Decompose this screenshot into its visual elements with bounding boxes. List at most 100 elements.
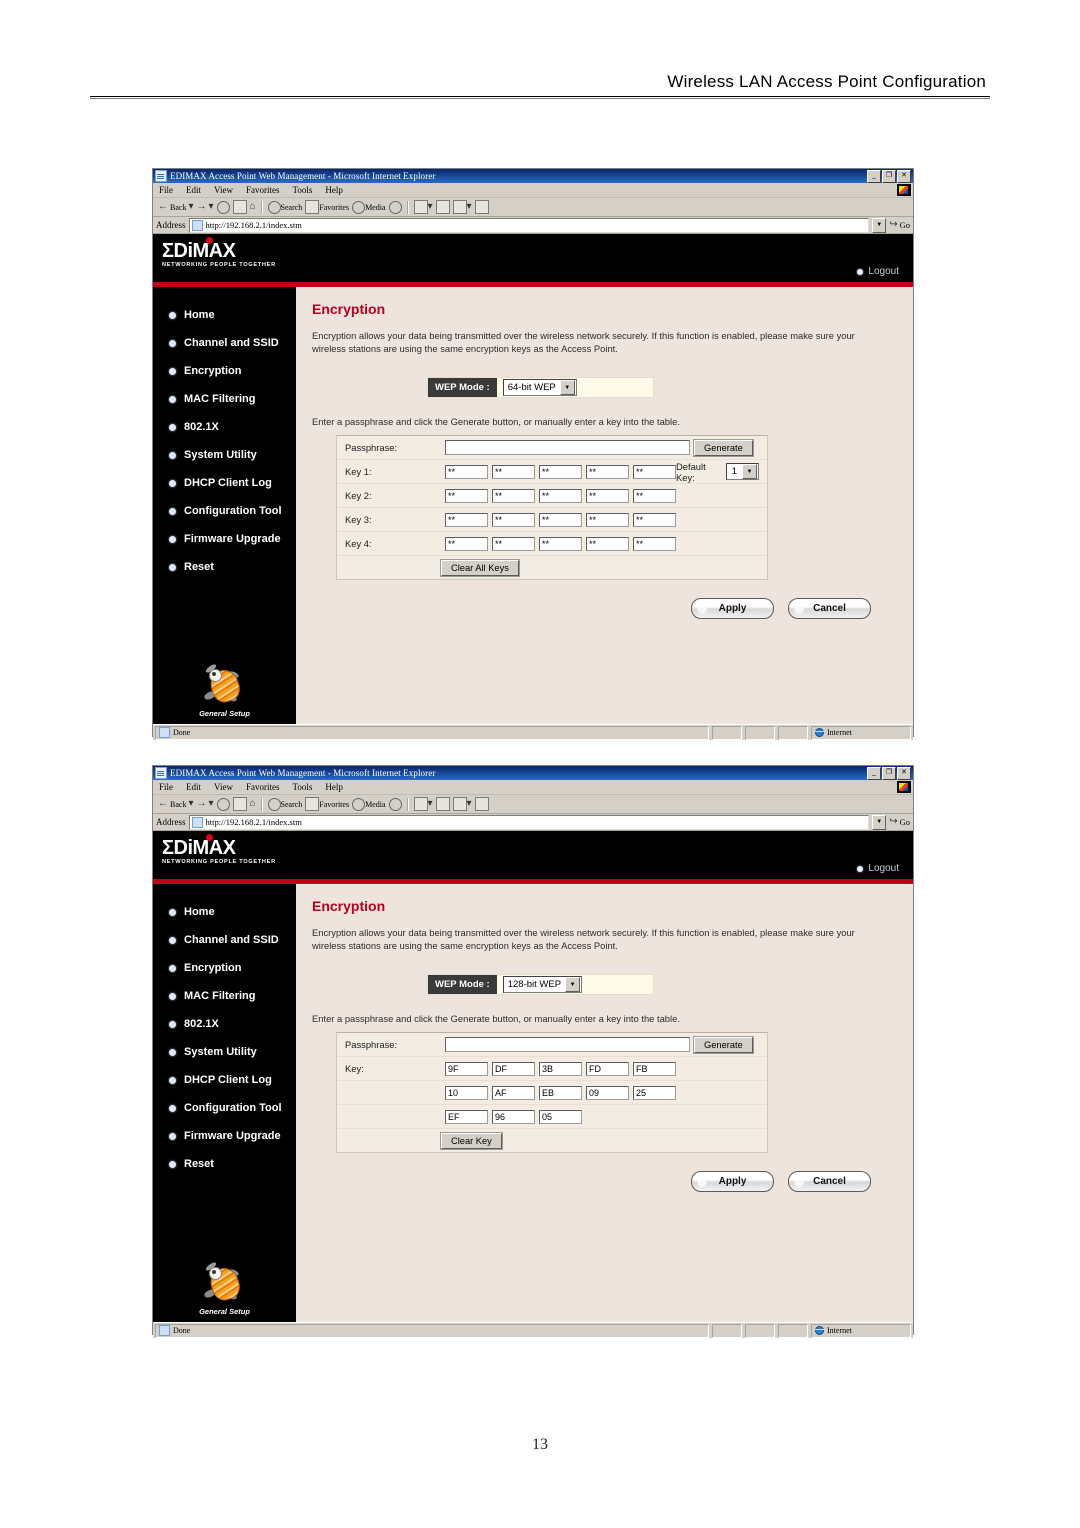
sidebar-item-system-utility[interactable]: System Utility	[153, 441, 296, 469]
key-field[interactable]: **	[539, 536, 582, 551]
minimize-button[interactable]: _	[867, 169, 881, 183]
key-field[interactable]: **	[586, 536, 629, 551]
key-field[interactable]: FD	[586, 1061, 629, 1076]
address-dropdown-button[interactable]: ▼	[872, 217, 887, 233]
home-button[interactable]: ⌂	[250, 202, 256, 212]
cancel-button[interactable]: Cancel	[788, 1171, 871, 1192]
key-field[interactable]: **	[492, 488, 535, 503]
address-dropdown-button[interactable]: ▼	[872, 814, 887, 830]
security-zone-pane[interactable]: Internet	[811, 1323, 911, 1338]
key-field[interactable]: **	[633, 512, 676, 527]
sidebar-item-mac-filtering[interactable]: MAC Filtering	[153, 982, 296, 1010]
sidebar-item-dhcp-client-log[interactable]: DHCP Client Log	[153, 469, 296, 497]
key-field[interactable]: **	[633, 536, 676, 551]
sidebar-item-system-utility[interactable]: System Utility	[153, 1038, 296, 1066]
clear-key-button[interactable]: Clear Key	[441, 1132, 502, 1149]
menu-favorites[interactable]: Favorites	[246, 782, 280, 792]
sidebar-item-home[interactable]: Home	[153, 301, 296, 329]
key-field[interactable]: 05	[539, 1109, 582, 1124]
key-field[interactable]: **	[445, 488, 488, 503]
wep-mode-select[interactable]: 64-bit WEP ▼	[502, 379, 577, 396]
go-button[interactable]: ↪ Go	[889, 220, 910, 231]
passphrase-input[interactable]	[445, 1037, 690, 1052]
sidebar-item-dhcp-client-log[interactable]: DHCP Client Log	[153, 1066, 296, 1094]
key-field[interactable]: **	[492, 464, 535, 479]
clear-all-keys-button[interactable]: Clear All Keys	[441, 559, 519, 576]
back-button[interactable]: ← Back ▾	[158, 202, 193, 212]
refresh-button[interactable]	[232, 200, 247, 214]
key-field[interactable]: DF	[492, 1061, 535, 1076]
history-button[interactable]	[388, 200, 402, 214]
logout-link[interactable]: Logout	[857, 266, 899, 277]
close-button[interactable]: ✕	[897, 766, 911, 780]
generate-button[interactable]: Generate	[694, 1036, 753, 1053]
edit-button[interactable]: ▾	[452, 200, 472, 214]
sidebar-item-home[interactable]: Home	[153, 898, 296, 926]
key-field[interactable]: **	[492, 536, 535, 551]
mail-button[interactable]: ▾	[413, 200, 433, 214]
key-field[interactable]: **	[539, 464, 582, 479]
address-input[interactable]: http://192.168.2.1/index.stm	[188, 814, 870, 830]
sidebar-item-encryption[interactable]: Encryption	[153, 954, 296, 982]
refresh-button[interactable]	[232, 797, 247, 811]
key-field[interactable]: **	[445, 536, 488, 551]
sidebar-item-channel-and-ssid[interactable]: Channel and SSID	[153, 329, 296, 357]
address-input[interactable]: http://192.168.2.1/index.stm	[188, 217, 870, 233]
menu-edit[interactable]: Edit	[186, 782, 201, 792]
key-field[interactable]: **	[586, 512, 629, 527]
sidebar-item-mac-filtering[interactable]: MAC Filtering	[153, 385, 296, 413]
key-field[interactable]: EB	[539, 1085, 582, 1100]
key-field[interactable]: **	[539, 512, 582, 527]
print-button[interactable]	[435, 797, 450, 811]
security-zone-pane[interactable]: Internet	[811, 725, 911, 740]
sidebar-item-channel-and-ssid[interactable]: Channel and SSID	[153, 926, 296, 954]
minimize-button[interactable]: _	[867, 766, 881, 780]
menu-file[interactable]: File	[159, 782, 173, 792]
discuss-button[interactable]	[474, 200, 489, 214]
forward-button[interactable]: → ▾	[196, 202, 213, 212]
sidebar-item-802-1x[interactable]: 802.1X	[153, 1010, 296, 1038]
menu-help[interactable]: Help	[325, 185, 343, 195]
menu-view[interactable]: View	[214, 782, 233, 792]
menu-tools[interactable]: Tools	[292, 185, 312, 195]
search-button[interactable]: Search	[267, 797, 302, 811]
menu-tools[interactable]: Tools	[292, 782, 312, 792]
mail-button[interactable]: ▾	[413, 797, 433, 811]
stop-button[interactable]	[216, 200, 230, 214]
search-button[interactable]: Search	[267, 200, 302, 214]
favorites-button[interactable]: Favorites	[305, 200, 349, 214]
wep-mode-select[interactable]: 128-bit WEP ▼	[502, 976, 583, 993]
key-field[interactable]: **	[539, 488, 582, 503]
edit-button[interactable]: ▾	[452, 797, 472, 811]
cancel-button[interactable]: Cancel	[788, 598, 871, 619]
key-field[interactable]: 09	[586, 1085, 629, 1100]
sidebar-item-802-1x[interactable]: 802.1X	[153, 413, 296, 441]
media-button[interactable]: Media	[352, 797, 386, 811]
back-button[interactable]: ← Back ▾	[158, 799, 193, 809]
discuss-button[interactable]	[474, 797, 489, 811]
apply-button[interactable]: Apply	[691, 598, 774, 619]
key-field[interactable]: 25	[633, 1085, 676, 1100]
key-field[interactable]: **	[445, 512, 488, 527]
passphrase-input[interactable]	[445, 440, 690, 455]
menu-view[interactable]: View	[214, 185, 233, 195]
key-field[interactable]: AF	[492, 1085, 535, 1100]
sidebar-item-encryption[interactable]: Encryption	[153, 357, 296, 385]
sidebar-item-firmware-upgrade[interactable]: Firmware Upgrade	[153, 525, 296, 553]
logout-link[interactable]: Logout	[857, 863, 899, 874]
default-key-select[interactable]: 1 ▼	[725, 463, 759, 480]
generate-button[interactable]: Generate	[694, 439, 753, 456]
key-field[interactable]: FB	[633, 1061, 676, 1076]
sidebar-item-reset[interactable]: Reset	[153, 553, 296, 581]
media-button[interactable]: Media	[352, 200, 386, 214]
print-button[interactable]	[435, 200, 450, 214]
menu-edit[interactable]: Edit	[186, 185, 201, 195]
key-field[interactable]: 3B	[539, 1061, 582, 1076]
menu-file[interactable]: File	[159, 185, 173, 195]
forward-button[interactable]: → ▾	[196, 799, 213, 809]
close-button[interactable]: ✕	[897, 169, 911, 183]
key-field[interactable]: 96	[492, 1109, 535, 1124]
restore-button[interactable]: ❐	[882, 766, 896, 780]
sidebar-item-firmware-upgrade[interactable]: Firmware Upgrade	[153, 1122, 296, 1150]
apply-button[interactable]: Apply	[691, 1171, 774, 1192]
